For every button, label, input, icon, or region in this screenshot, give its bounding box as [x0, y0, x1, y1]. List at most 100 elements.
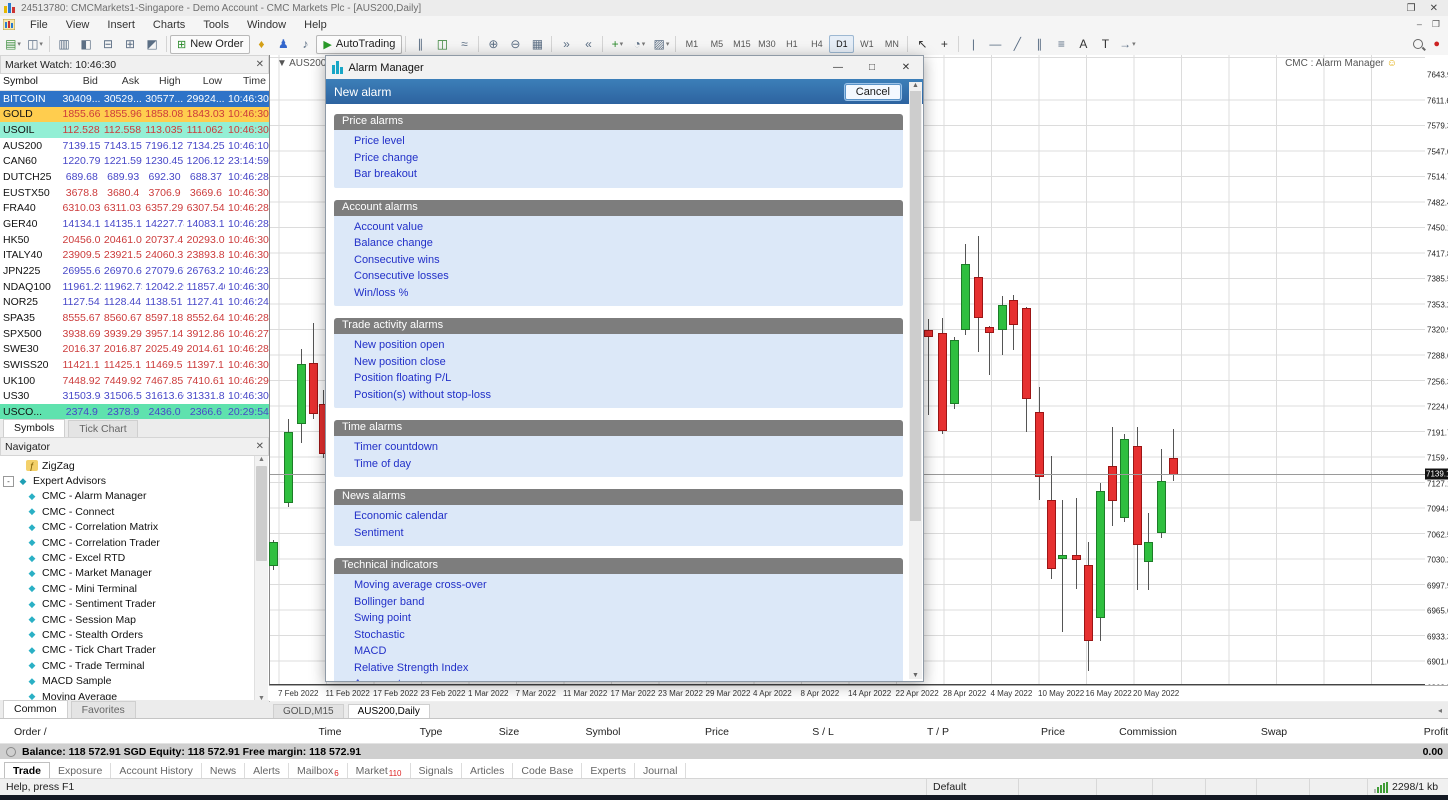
- tab-scroll-left-icon[interactable]: ◂: [1438, 706, 1442, 715]
- alarm-option-average-true-range[interactable]: Average true range: [334, 676, 903, 681]
- new-chart-icon[interactable]: ▤▾: [2, 34, 24, 54]
- window-close-button[interactable]: ✕: [1430, 3, 1438, 14]
- column-header-bid[interactable]: Bid: [60, 74, 101, 90]
- timeframe-m15[interactable]: M15: [729, 35, 754, 53]
- horizontal-line-icon[interactable]: —: [984, 34, 1006, 54]
- navigator-item-cmc---correlation-trader[interactable]: ◆CMC - Correlation Trader: [0, 535, 269, 550]
- symbol-row-ger40[interactable]: GER4014134.1314135.1314227.7814083.1210:…: [0, 216, 269, 232]
- chart-shift-icon[interactable]: «: [577, 34, 599, 54]
- alarm-option-swing-point[interactable]: Swing point: [334, 610, 903, 627]
- label-icon[interactable]: T: [1094, 34, 1116, 54]
- symbol-row-italy40[interactable]: ITALY4023909.523921.524060.323893.810:46…: [0, 248, 269, 264]
- symbol-row-swiss20[interactable]: SWISS2011421.111425.111469.511397.110:46…: [0, 357, 269, 373]
- symbol-row-dutch25[interactable]: DUTCH25689.68689.93692.30688.3710:46:28: [0, 169, 269, 185]
- symbol-row-aus200[interactable]: AUS2007139.157143.157196.127134.2510:46:…: [0, 138, 269, 154]
- chart-minimize-button[interactable]: ‒: [1417, 19, 1422, 30]
- terminal-tab-signals[interactable]: Signals: [411, 763, 462, 779]
- column-header-time[interactable]: Time: [225, 74, 269, 90]
- alarm-option-macd[interactable]: MACD: [334, 643, 903, 660]
- navigator-item-cmc---trade-terminal[interactable]: ◆CMC - Trade Terminal: [0, 658, 269, 673]
- line-chart-icon[interactable]: ≈: [453, 34, 475, 54]
- alarm-option-stochastic[interactable]: Stochastic: [334, 627, 903, 644]
- dialog-minimize-button[interactable]: —: [821, 56, 855, 79]
- scroll-up-icon[interactable]: ▲: [258, 456, 265, 463]
- orders-column-time[interactable]: Time: [319, 726, 342, 738]
- periods-icon[interactable]: ◔▾: [628, 34, 650, 54]
- alarm-option-new-position-close[interactable]: New position close: [334, 354, 903, 371]
- terminal-tab-account-history[interactable]: Account History: [111, 763, 202, 779]
- symbol-row-spx500[interactable]: SPX5003938.693939.293957.143912.8610:46:…: [0, 326, 269, 342]
- navigator-item-cmc---alarm-manager[interactable]: ◆CMC - Alarm Manager: [0, 489, 269, 504]
- scroll-thumb[interactable]: [910, 91, 921, 521]
- menu-insert[interactable]: Insert: [98, 18, 144, 32]
- trendline-icon[interactable]: ╱: [1006, 34, 1028, 54]
- orders-column-sl[interactable]: S / L: [812, 726, 834, 738]
- orders-column-type[interactable]: Type: [420, 726, 443, 738]
- indicators-icon[interactable]: +▾: [606, 34, 628, 54]
- timeframe-m1[interactable]: M1: [679, 35, 704, 53]
- navigator-item-cmc---connect[interactable]: ◆CMC - Connect: [0, 504, 269, 519]
- symbol-row-spa35[interactable]: SPA358555.678560.678597.188552.6410:46:2…: [0, 310, 269, 326]
- navigator-close-icon[interactable]: ✕: [256, 441, 264, 452]
- navigator-item-expert-advisors[interactable]: -◆Expert Advisors: [0, 473, 269, 488]
- timeframe-h1[interactable]: H1: [779, 35, 804, 53]
- orders-column-profit[interactable]: Profit: [1424, 726, 1448, 738]
- alarm-option-timer-countdown[interactable]: Timer countdown: [334, 439, 903, 456]
- chart-restore-button[interactable]: ❐: [1432, 19, 1440, 30]
- terminal-tab-experts[interactable]: Experts: [582, 763, 635, 779]
- alarm-option-position-floating-p-l[interactable]: Position floating P/L: [334, 370, 903, 387]
- alarm-option-relative-strength-index[interactable]: Relative Strength Index: [334, 660, 903, 677]
- symbol-row-fra40[interactable]: FRA406310.036311.036357.296307.5410:46:2…: [0, 201, 269, 217]
- chart-tab-goldm15[interactable]: GOLD,M15: [273, 704, 344, 718]
- strategy-tester-icon[interactable]: ◩: [141, 34, 163, 54]
- terminal-tab-articles[interactable]: Articles: [462, 763, 513, 779]
- fibonacci-icon[interactable]: ≡: [1050, 34, 1072, 54]
- date-scale[interactable]: 7 Feb 202211 Feb 202217 Feb 202223 Feb 2…: [269, 685, 1448, 701]
- menu-window[interactable]: Window: [238, 18, 295, 32]
- alarm-option-economic-calendar[interactable]: Economic calendar: [334, 508, 903, 525]
- templates-icon[interactable]: ▨▾: [650, 34, 672, 54]
- symbol-row-bitcoin[interactable]: BITCOIN30409....30529....30577....29924.…: [0, 91, 269, 107]
- alarm-option-sentiment[interactable]: Sentiment: [334, 525, 903, 542]
- symbol-row-nor25[interactable]: NOR251127.541128.441138.511127.4110:46:2…: [0, 295, 269, 311]
- dropdown-arrow-icon[interactable]: ▾: [1132, 40, 1136, 48]
- symbol-row-usco[interactable]: USCO...2374.92378.92436.02366.620:29:54: [0, 404, 269, 420]
- navigator-item-cmc---excel-rtd[interactable]: ◆CMC - Excel RTD: [0, 550, 269, 565]
- symbol-row-us30[interactable]: US3031503.9431506.5431613.6031331.8310:4…: [0, 388, 269, 404]
- experts-icon[interactable]: ♟: [272, 34, 294, 54]
- navigator-icon[interactable]: ⊟: [97, 34, 119, 54]
- alarm-option-balance-change[interactable]: Balance change: [334, 235, 903, 252]
- navigator-item-zigzag[interactable]: ƒZigZag: [0, 458, 269, 473]
- tab-symbols[interactable]: Symbols: [3, 419, 65, 437]
- dialog-close-button[interactable]: ✕: [889, 56, 923, 79]
- chart-tab-aus200daily[interactable]: AUS200,Daily: [348, 704, 430, 718]
- dialog-scrollbar[interactable]: ▲ ▼: [909, 82, 922, 679]
- terminal-tab-news[interactable]: News: [202, 763, 245, 779]
- terminal-tab-alerts[interactable]: Alerts: [245, 763, 289, 779]
- orders-column-price[interactable]: Price: [1041, 726, 1065, 738]
- alarm-option-bollinger-band[interactable]: Bollinger band: [334, 594, 903, 611]
- market-watch-icon[interactable]: ▥: [53, 34, 75, 54]
- orders-column-order[interactable]: Order /: [14, 726, 47, 738]
- navigator-item-cmc---mini-terminal[interactable]: ◆CMC - Mini Terminal: [0, 581, 269, 596]
- column-header-ask[interactable]: Ask: [101, 74, 142, 90]
- data-window-icon[interactable]: ◧: [75, 34, 97, 54]
- alarm-option-time-of-day[interactable]: Time of day: [334, 456, 903, 473]
- scroll-down-icon[interactable]: ▼: [912, 672, 919, 679]
- crosshair-icon[interactable]: +: [933, 34, 955, 54]
- navigator-scrollbar[interactable]: ▲▼: [254, 456, 268, 702]
- navigator-item-macd-sample[interactable]: ◆MACD Sample: [0, 673, 269, 688]
- alarm-option-new-position-open[interactable]: New position open: [334, 337, 903, 354]
- orders-column-size[interactable]: Size: [499, 726, 519, 738]
- orders-column-price[interactable]: Price: [705, 726, 729, 738]
- text-icon[interactable]: A: [1072, 34, 1094, 54]
- collapse-icon[interactable]: -: [3, 476, 14, 487]
- terminal-tab-exposure[interactable]: Exposure: [50, 763, 111, 779]
- tile-windows-icon[interactable]: ▦: [526, 34, 548, 54]
- symbol-row-jpn225[interactable]: JPN22526955.6826970.6827079.6726763.2510…: [0, 263, 269, 279]
- bar-chart-icon[interactable]: ∥: [409, 34, 431, 54]
- alarm-option-moving-average-cross-over[interactable]: Moving average cross-over: [334, 577, 903, 594]
- menu-help[interactable]: Help: [295, 18, 336, 32]
- column-header-high[interactable]: High: [142, 74, 183, 90]
- dropdown-arrow-icon[interactable]: ▾: [620, 40, 624, 48]
